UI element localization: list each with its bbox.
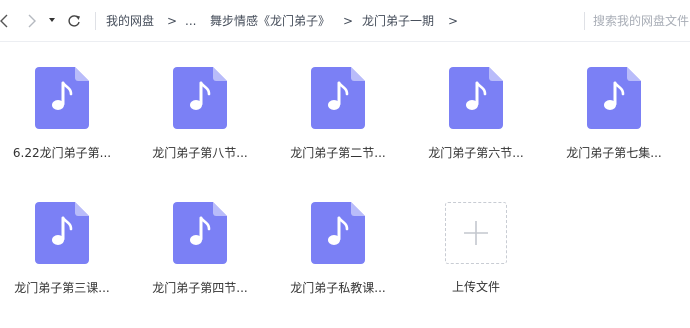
file-item[interactable]: 龙门弟子第六节... — [414, 67, 534, 177]
music-file-icon — [173, 67, 227, 129]
file-item[interactable]: 龙门弟子第七集... — [552, 67, 672, 177]
file-item[interactable]: 龙门弟子第三课... — [0, 202, 120, 312]
file-item[interactable]: 龙门弟子私教课... — [276, 202, 396, 312]
breadcrumb-parent[interactable]: 舞步情感《龙门弟子》 — [210, 13, 330, 29]
toolbar-divider — [95, 12, 96, 30]
search-divider — [584, 12, 585, 30]
music-file-icon — [311, 202, 365, 264]
file-name: 龙门弟子第三课... — [14, 281, 110, 295]
breadcrumb-separator: > — [448, 14, 459, 28]
upload-button[interactable] — [445, 202, 507, 264]
breadcrumb-root[interactable]: 我的网盘 — [106, 13, 154, 29]
file-item[interactable]: 6.22龙门弟子第... — [0, 67, 120, 177]
file-name: 龙门弟子第二节... — [290, 146, 386, 160]
music-file-icon — [173, 202, 227, 264]
file-item[interactable]: 龙门弟子第二节... — [276, 67, 396, 177]
refresh-icon[interactable] — [66, 10, 82, 32]
breadcrumb-ellipsis[interactable]: ... — [185, 13, 196, 29]
back-icon[interactable] — [0, 10, 14, 32]
music-file-icon — [587, 67, 641, 129]
plus-icon — [464, 221, 488, 245]
breadcrumb-current[interactable]: 龙门弟子一期 — [362, 13, 434, 29]
upload-label[interactable]: 上传文件 — [416, 279, 536, 295]
file-item[interactable]: 龙门弟子第四节... — [138, 202, 258, 312]
file-item[interactable]: 龙门弟子第八节... — [138, 67, 258, 177]
breadcrumb-separator: > — [343, 14, 354, 28]
music-file-icon — [35, 67, 89, 129]
breadcrumb-separator: > — [167, 14, 178, 28]
file-name: 龙门弟子第八节... — [152, 146, 248, 160]
toolbar: 我的网盘 > ... 舞步情感《龙门弟子》 > 龙门弟子一期 > — [0, 0, 690, 42]
music-file-icon — [35, 202, 89, 264]
file-name: 龙门弟子第六节... — [428, 146, 524, 160]
music-file-icon — [449, 67, 503, 129]
file-name: 龙门弟子私教课... — [290, 281, 386, 295]
forward-icon[interactable] — [26, 10, 42, 32]
file-name: 龙门弟子第七集... — [566, 146, 662, 160]
history-dropdown-icon[interactable] — [47, 13, 63, 35]
file-name: 龙门弟子第四节... — [152, 281, 248, 295]
music-file-icon — [311, 67, 365, 129]
file-name: 6.22龙门弟子第... — [12, 146, 112, 160]
search-input[interactable] — [593, 11, 690, 31]
